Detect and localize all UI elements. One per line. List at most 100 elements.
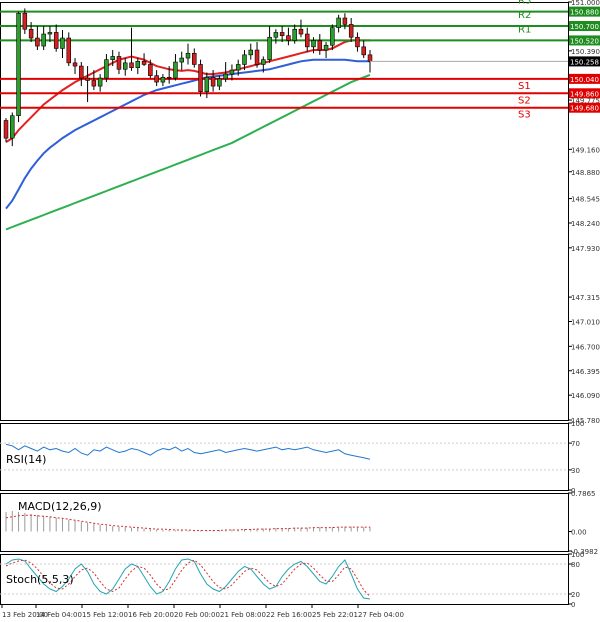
candle-body (311, 40, 316, 48)
candle-body (279, 32, 285, 36)
x-axis-tick-label: 25 Feb 22:01 (312, 611, 358, 619)
level-name-r1: R1 (518, 24, 531, 35)
candle-body (336, 17, 341, 28)
x-axis-tick-label: 22 Feb 16:00 (266, 611, 312, 619)
level-name-s1: S1 (518, 81, 531, 92)
candle-body (110, 56, 115, 60)
rsi-axis-tick-label: 70 (571, 440, 580, 448)
candle-body (248, 49, 254, 56)
candle-body (79, 65, 84, 79)
price-axis-label: 147.315 (571, 294, 600, 302)
stoch-frame (0, 554, 569, 605)
level-price-label-s1: 150.040 (570, 76, 599, 84)
candle-body (35, 37, 40, 47)
candle-body (141, 60, 147, 65)
stoch-panel: Stoch(5,5,3) 100 80 20 0 (0, 551, 584, 609)
candle-body (97, 77, 103, 87)
level-name-r2: R2 (518, 10, 531, 21)
candle-body (267, 36, 272, 60)
candle-body (348, 24, 354, 38)
candle-body (342, 17, 348, 25)
price-axis-label: 148.545 (571, 196, 600, 204)
candle-body (304, 33, 310, 48)
candle-body (22, 12, 28, 30)
candle-body (116, 56, 122, 70)
candle-body (210, 76, 216, 87)
level-price-label-r3: 150.880 (570, 9, 599, 17)
x-axis: 13 Feb 20:0014 Feb 04:00 15 Feb 12:00 16 F… (1, 604, 404, 619)
candle-body (135, 60, 141, 68)
candle-body (148, 64, 153, 76)
candle-body (10, 115, 15, 139)
candle-body (317, 40, 323, 51)
rsi-title: RSI(14) (6, 453, 46, 466)
candle-body (53, 32, 59, 49)
candle-body (91, 80, 97, 87)
candle-body (242, 54, 247, 65)
candle-body (28, 28, 34, 39)
price-axis-label: 151.000 (571, 0, 600, 7)
price-axis-label: 150.390 (571, 48, 600, 56)
stoch-axis-tick-label: 100 (571, 551, 584, 559)
candle-body (235, 64, 241, 71)
candle-body (286, 35, 291, 41)
candle-body (185, 52, 191, 59)
level-name-s3: S3 (518, 110, 531, 121)
candle-body (66, 37, 72, 64)
macd-axis-tick-label: 0.7865 (571, 490, 596, 498)
rsi-frame (0, 423, 569, 491)
price-axis-label: 149.160 (571, 146, 600, 154)
candle-body (173, 61, 178, 79)
candle-body (361, 46, 366, 56)
candle-body (166, 76, 172, 79)
candle-body (3, 120, 9, 139)
rsi-axis-tick-label: 30 (571, 467, 580, 475)
candle-body (154, 75, 159, 83)
candle-body (72, 62, 78, 67)
candle-body (254, 49, 260, 65)
candle-body (129, 62, 134, 68)
candle-body (273, 32, 279, 38)
rsi-axis-tick-label: 100 (571, 420, 584, 428)
candle-body (16, 12, 21, 117)
x-axis-tick-label: 27 Feb 04:00 (358, 611, 404, 619)
candle-body (160, 76, 166, 83)
current-price-label: 150.258 (570, 58, 599, 66)
x-axis-tick-label: 16 Feb 20:00 (128, 611, 174, 619)
macd-signal-line (5, 514, 370, 531)
price-axis-label: 146.395 (571, 368, 600, 376)
candle-body (41, 33, 46, 47)
candle-body (204, 76, 210, 92)
candle-body (330, 27, 335, 46)
candle-body (85, 77, 90, 81)
candle-body (179, 57, 184, 63)
candle-body (60, 37, 65, 49)
candle-body (292, 28, 297, 41)
price-axis-label: 147.930 (571, 245, 600, 253)
level-name-r3: R3 (518, 0, 531, 7)
stoch-axis-tick-label: 0 (571, 601, 575, 609)
level-price-label-s3: 149.680 (570, 105, 599, 113)
candle-body (47, 32, 53, 35)
macd-panel: MACD(12,26,9)0.78650.00-0.3982 (0, 490, 598, 556)
price-axis-label: 147.010 (571, 319, 600, 327)
macd-title: MACD(12,26,9) (18, 500, 102, 513)
candle-body (229, 69, 235, 75)
moving-average-line-2 (5, 58, 370, 210)
stoch-axis-tick-label: 80 (571, 561, 580, 569)
candle-body (198, 64, 203, 92)
x-axis-tick-label: 14 Feb 04:00 (36, 611, 82, 619)
candle-body (355, 36, 360, 48)
rsi-panel: RSI(14)10070300 (0, 420, 584, 495)
price-axis-label: 146.700 (571, 343, 600, 351)
candle-body (323, 44, 329, 51)
candle-body (261, 59, 266, 65)
moving-average-line-3 (5, 73, 371, 231)
level-name-s2: S2 (518, 95, 531, 106)
candle-body (104, 59, 109, 79)
candle-body (298, 28, 304, 35)
price-axis-label: 148.240 (571, 220, 600, 228)
x-axis-tick-label: 15 Feb 12:00 (82, 611, 128, 619)
x-axis-tick-label: 21 Feb 08:00 (220, 611, 266, 619)
level-price-label-r1: 150.520 (570, 37, 599, 45)
